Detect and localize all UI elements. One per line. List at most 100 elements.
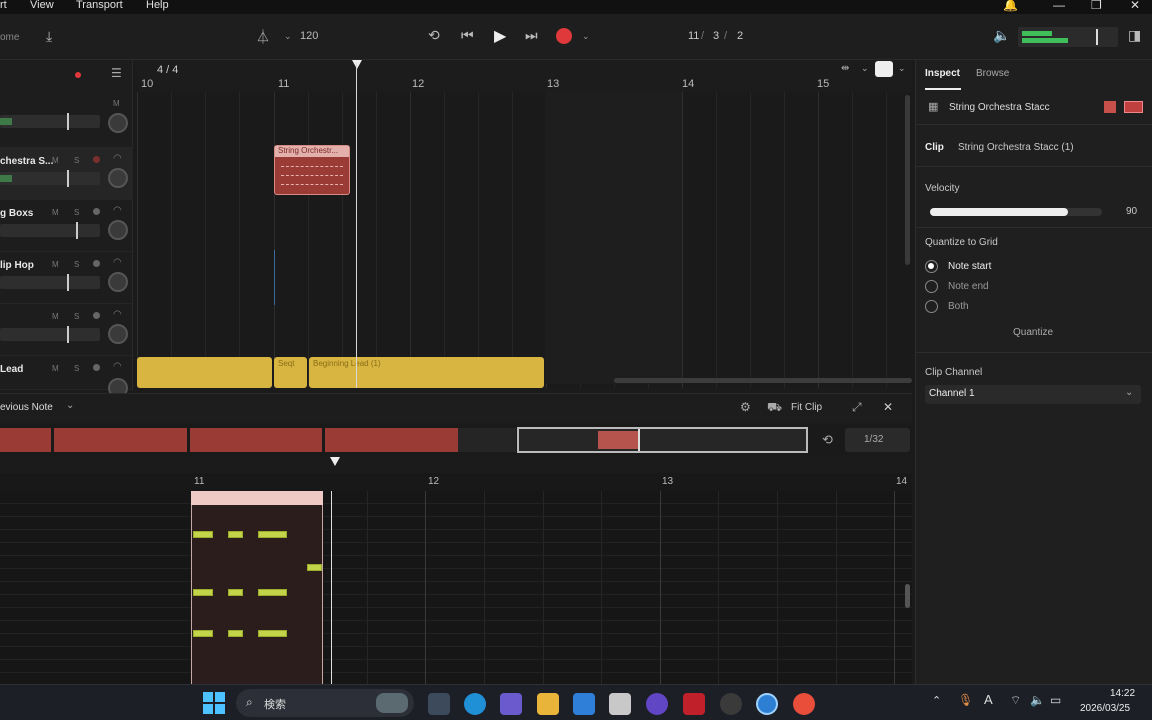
velocity-slider[interactable] — [930, 208, 1102, 216]
menu-item-view[interactable]: View — [30, 0, 54, 11]
fader-thumb[interactable] — [67, 170, 69, 187]
snap-toggle[interactable] — [875, 61, 893, 77]
fader-thumb[interactable] — [67, 113, 69, 130]
ime-icon[interactable]: A — [984, 692, 993, 707]
close-editor-icon[interactable]: ✕ — [883, 400, 893, 414]
fader-thumb[interactable] — [67, 274, 69, 291]
monitor-icon[interactable]: ◠ — [113, 309, 122, 320]
mute-button[interactable]: M — [52, 312, 59, 321]
overview-clip[interactable] — [325, 428, 458, 452]
pan-knob[interactable] — [108, 168, 128, 188]
solo-button[interactable]: S — [74, 312, 79, 321]
track-row[interactable]: M — [0, 96, 133, 148]
editor-playhead-marker[interactable] — [330, 457, 340, 466]
midi-note[interactable] — [193, 630, 213, 637]
battery-icon[interactable]: ▭ — [1050, 693, 1061, 707]
master-meter[interactable] — [1018, 27, 1118, 47]
expand-icon[interactable]: ⤢ — [852, 400, 862, 415]
tab-inspect[interactable]: Inspect — [925, 68, 960, 79]
skip-forward-icon[interactable]: ⏭ — [525, 27, 538, 44]
menu-item-file[interactable]: rt — [0, 0, 7, 11]
volume-fader[interactable] — [0, 113, 100, 130]
metronome-icon[interactable]: ⏃ — [256, 27, 270, 47]
clip-region-header[interactable] — [191, 491, 323, 505]
time-signature[interactable]: 4 / 4 — [157, 64, 178, 76]
monitor-icon[interactable]: ◠ — [113, 153, 122, 164]
radio-note-start[interactable] — [925, 260, 938, 273]
grid-select[interactable]: 1/32 — [845, 428, 910, 452]
chevron-down-icon[interactable]: ⌄ — [284, 31, 292, 42]
pan-knob[interactable] — [108, 324, 128, 344]
record-arm-button[interactable] — [93, 312, 100, 319]
horizontal-scrollbar[interactable] — [614, 378, 912, 383]
tempo-value[interactable]: 120 — [300, 30, 318, 42]
wifi-icon[interactable]: ⌔ — [1010, 693, 1021, 708]
clip-string-orchestra[interactable]: String Orchestr... — [274, 145, 350, 195]
quantize-button[interactable]: Quantize — [1013, 327, 1053, 338]
windows-start-icon[interactable] — [203, 692, 225, 714]
speaker-icon[interactable]: 🔈 — [993, 27, 1010, 44]
record-arm-button[interactable] — [93, 364, 100, 371]
arrangement-grid[interactable]: String Orchestr... Seqt Beginning Lead (… — [137, 92, 912, 388]
record-arm-button[interactable] — [93, 156, 100, 163]
volume-fader[interactable] — [0, 274, 100, 291]
fader-thumb[interactable] — [76, 222, 78, 239]
solo-button[interactable]: S — [74, 156, 79, 165]
record-arm-button[interactable] — [93, 260, 100, 267]
app-icon[interactable] — [683, 693, 705, 715]
midi-note[interactable] — [228, 531, 243, 538]
notification-bell-icon[interactable]: 🔔 — [1003, 0, 1018, 12]
clip-overview[interactable]: ⟲ 1/32 — [0, 424, 912, 456]
copilot-icon[interactable] — [500, 693, 522, 715]
tab-browse[interactable]: Browse — [976, 68, 1009, 79]
clip-lead[interactable] — [137, 357, 272, 388]
tray-chevron-icon[interactable]: ⌃ — [932, 694, 941, 707]
track-color-swatch[interactable] — [1104, 101, 1116, 113]
midi-note[interactable] — [193, 589, 213, 596]
monitor-icon[interactable]: ◠ — [113, 257, 122, 268]
chrome-profile-icon[interactable] — [793, 693, 815, 715]
file-explorer-icon[interactable] — [537, 693, 559, 715]
record-button[interactable] — [556, 28, 572, 44]
volume-fader[interactable] — [0, 222, 100, 239]
restore-icon[interactable]: ❐ — [1091, 0, 1102, 12]
play-icon[interactable]: ▶ — [494, 26, 506, 46]
position-tick[interactable]: 2 — [737, 30, 743, 42]
chevron-down-icon[interactable]: ⌄ — [66, 400, 74, 411]
volume-icon[interactable]: 🔈 — [1030, 693, 1045, 707]
pan-knob[interactable] — [108, 220, 128, 240]
monitor-icon[interactable]: ◠ — [113, 205, 122, 216]
midi-note[interactable] — [193, 531, 213, 538]
track-row[interactable]: M S ◠ — [0, 304, 133, 356]
skip-back-icon[interactable]: ⏮ — [461, 27, 474, 44]
mail-icon[interactable] — [573, 693, 595, 715]
record-arm-button[interactable] — [93, 208, 100, 215]
edge-icon[interactable] — [464, 693, 486, 715]
vertical-scrollbar[interactable] — [905, 584, 910, 608]
clip-region[interactable] — [191, 491, 323, 684]
minimize-icon[interactable]: — — [1053, 0, 1065, 12]
track-row[interactable]: Lead M S ◠ — [0, 356, 133, 398]
position-beat[interactable]: 3 — [713, 30, 719, 42]
zoom-fit-icon[interactable]: ⇹ — [841, 63, 849, 74]
track-row[interactable]: chestra S... M S ◠ — [0, 148, 133, 200]
clip-channel-select[interactable]: Channel 1 ⌄ — [925, 385, 1141, 404]
close-icon[interactable]: ✕ — [1130, 0, 1140, 12]
task-view-icon[interactable] — [428, 693, 450, 715]
midi-note[interactable] — [258, 531, 287, 538]
edit-mode-select[interactable]: evious Note — [0, 402, 53, 413]
mute-button[interactable]: M — [52, 156, 59, 165]
mute-button[interactable]: M — [52, 208, 59, 217]
chevron-down-icon[interactable]: ⌄ — [861, 63, 869, 74]
midi-note[interactable] — [307, 564, 322, 571]
loop-toggle-icon[interactable]: ⟲ — [822, 432, 833, 448]
settings-icon[interactable]: ⚙ — [740, 400, 751, 414]
overview-clip[interactable] — [54, 428, 187, 452]
vertical-scrollbar[interactable] — [905, 95, 910, 265]
solo-button[interactable]: S — [74, 208, 79, 217]
radio-both[interactable] — [925, 300, 938, 313]
overview-clip[interactable] — [0, 428, 51, 452]
record-arm-indicator[interactable] — [75, 72, 81, 78]
clock-time[interactable]: 14:22 — [1110, 688, 1135, 699]
position-bar[interactable]: 11 — [688, 30, 699, 42]
